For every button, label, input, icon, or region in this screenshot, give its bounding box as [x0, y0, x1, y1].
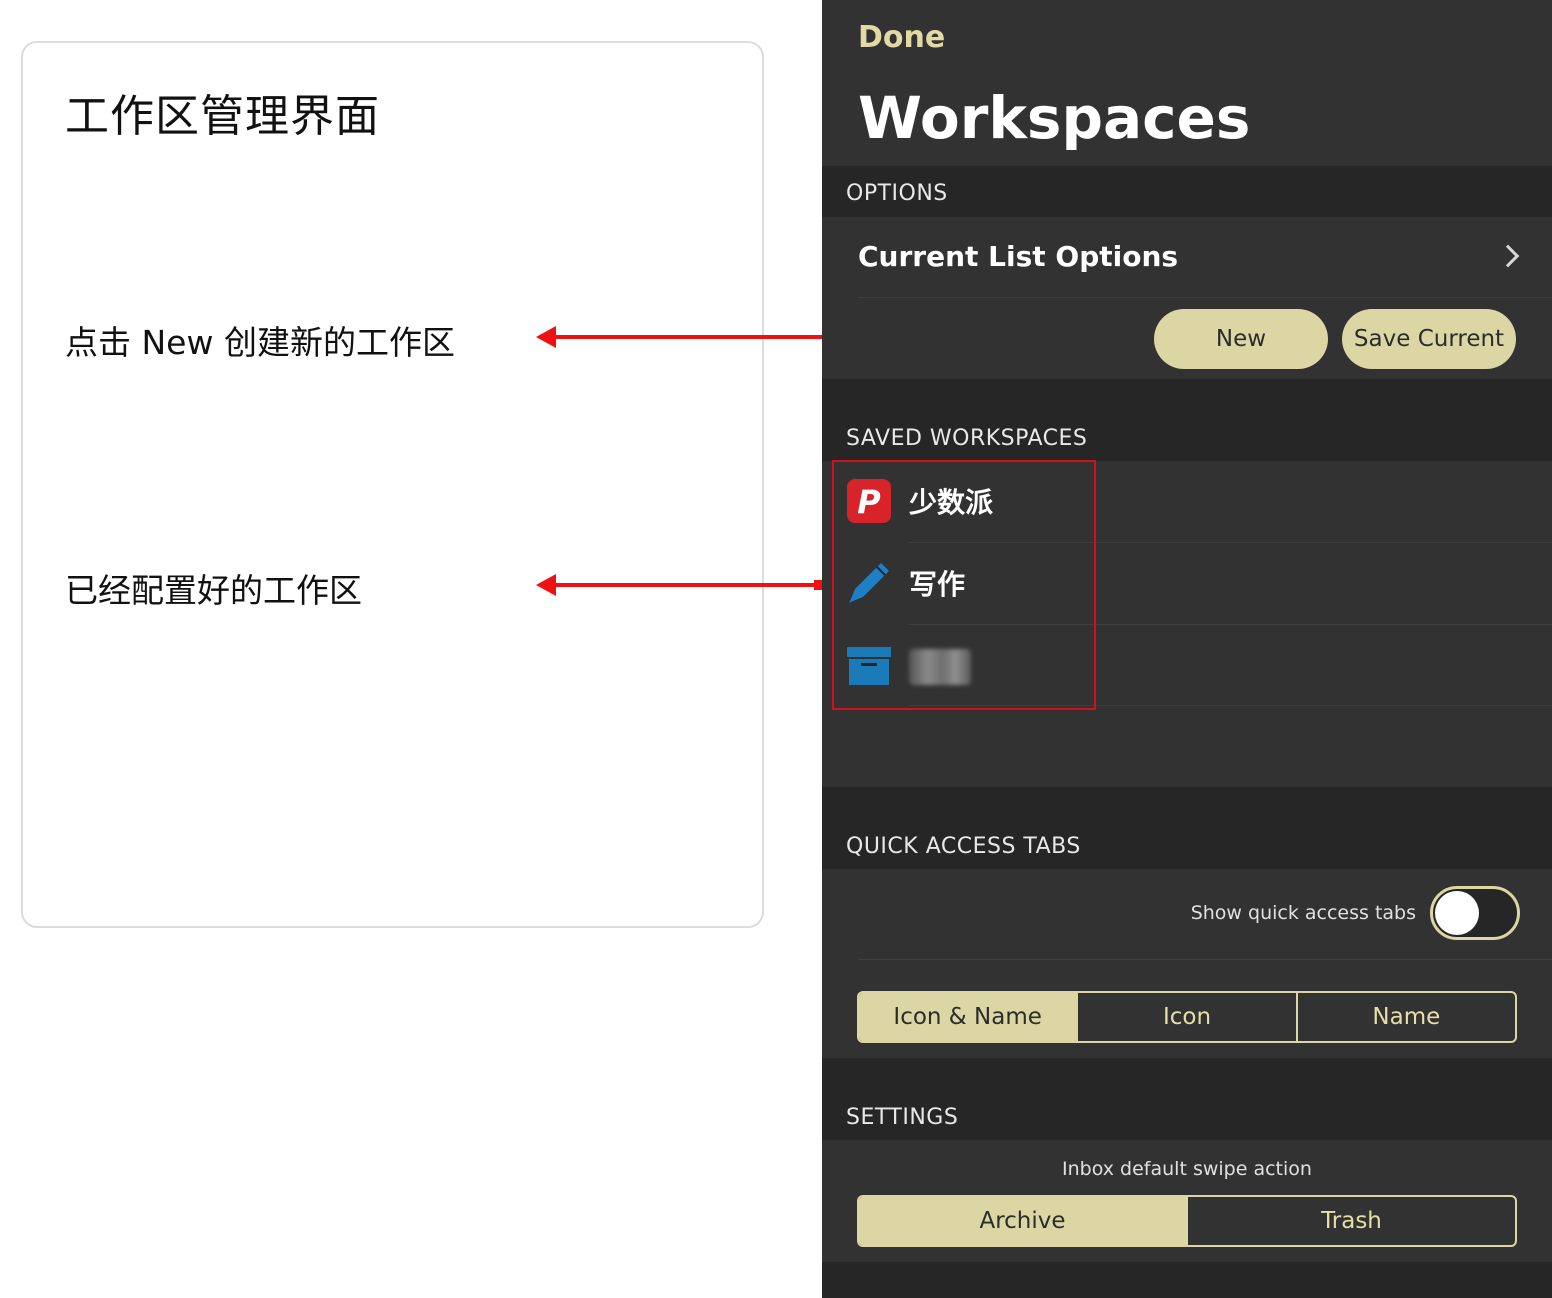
saved-workspaces-highlight — [832, 460, 1096, 710]
done-button[interactable]: Done — [858, 20, 945, 55]
swipe-action-caption: Inbox default swipe action — [1062, 1158, 1312, 1180]
arrow-saved-line — [554, 583, 824, 587]
divider — [858, 297, 1552, 298]
quick-access-header: QUICK ACCESS TABS — [846, 834, 1081, 859]
workspaces-panel: Done Workspaces OPTIONS Current List Opt… — [822, 0, 1552, 1298]
toggle-knob — [1435, 891, 1479, 935]
annotation-saved-hint: 已经配置好的工作区 — [65, 571, 362, 610]
swipe-action-control: Archive Trash — [857, 1195, 1517, 1247]
arrow-new-head — [536, 326, 556, 348]
quick-access-toggle[interactable] — [1430, 886, 1520, 940]
mode-name[interactable]: Name — [1295, 993, 1515, 1041]
saved-workspaces-header: SAVED WORKSPACES — [846, 426, 1088, 451]
annotation-new-hint: 点击 New 创建新的工作区 — [65, 323, 455, 362]
quick-access-mode-control: Icon & Name Icon Name — [857, 991, 1517, 1043]
divider — [858, 959, 1552, 960]
annotation-card — [21, 41, 764, 928]
options-header: OPTIONS — [846, 181, 948, 206]
swipe-trash[interactable]: Trash — [1186, 1197, 1515, 1245]
swipe-archive[interactable]: Archive — [859, 1197, 1186, 1245]
current-list-options-row[interactable]: Current List Options — [858, 240, 1178, 273]
arrow-saved-head — [536, 574, 556, 596]
settings-header: SETTINGS — [846, 1105, 959, 1130]
mode-icon-and-name[interactable]: Icon & Name — [859, 993, 1077, 1041]
annotation-title: 工作区管理界面 — [65, 91, 380, 142]
quick-access-toggle-label: Show quick access tabs — [1190, 902, 1416, 924]
mode-icon[interactable]: Icon — [1076, 993, 1295, 1041]
page-title: Workspaces — [858, 84, 1251, 152]
save-current-button[interactable]: Save Current — [1342, 309, 1516, 369]
new-workspace-button[interactable]: New — [1154, 309, 1328, 369]
